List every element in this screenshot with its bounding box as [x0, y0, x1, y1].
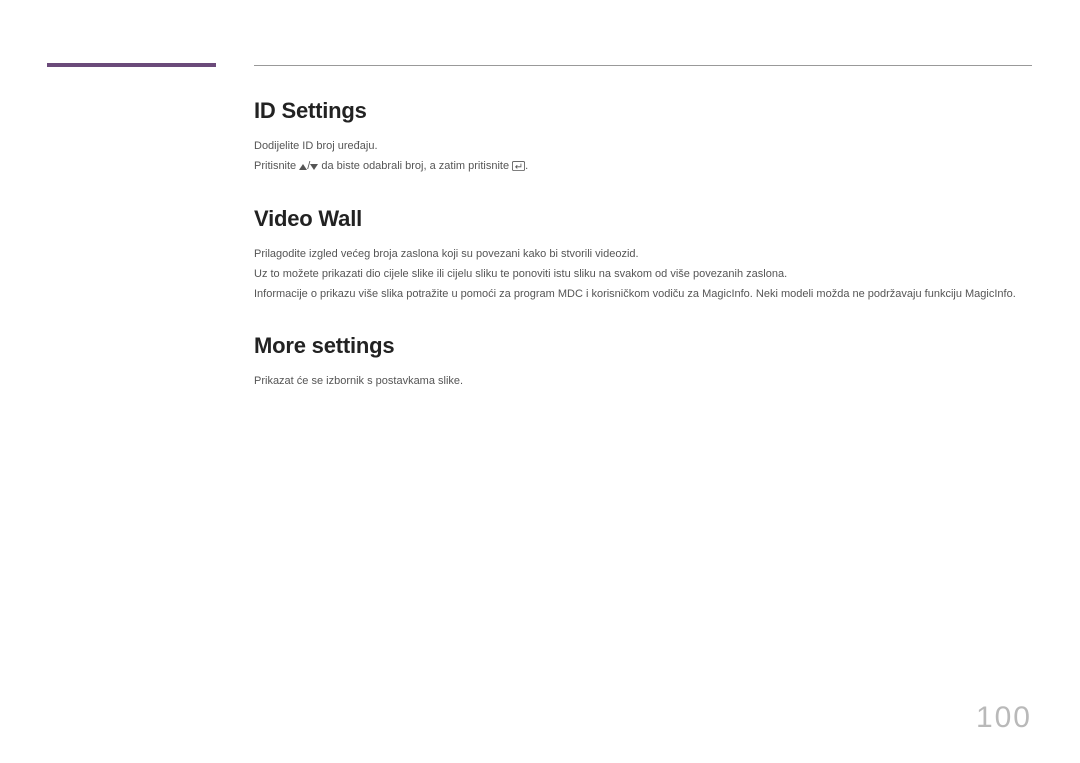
more-settings-line-1: Prikazat će se izbornik s postavkama sli…	[254, 373, 1032, 390]
horizontal-rule	[254, 65, 1032, 66]
video-wall-line-2: Uz to možete prikazati dio cijele slike …	[254, 266, 1032, 283]
heading-more-settings: More settings	[254, 333, 1032, 359]
id-settings-line-2: Pritisnite / da biste odabrali broj, a z…	[254, 158, 1032, 176]
video-wall-line-3: Informacije o prikazu više slika potraži…	[254, 286, 1032, 303]
accent-bar	[47, 63, 216, 67]
section-more-settings: More settings Prikazat će se izbornik s …	[254, 333, 1032, 390]
text-fragment: Pritisnite	[254, 160, 299, 172]
content-area: ID Settings Dodijelite ID broj uređaju. …	[254, 98, 1032, 420]
section-id-settings: ID Settings Dodijelite ID broj uređaju. …	[254, 98, 1032, 176]
text-fragment: .	[525, 160, 528, 172]
page-number: 100	[976, 701, 1032, 735]
enter-icon	[512, 159, 525, 176]
up-arrow-icon	[299, 159, 307, 176]
section-video-wall: Video Wall Prilagodite izgled većeg broj…	[254, 206, 1032, 303]
heading-id-settings: ID Settings	[254, 98, 1032, 124]
heading-video-wall: Video Wall	[254, 206, 1032, 232]
text-fragment: da biste odabrali broj, a zatim pritisni…	[318, 160, 512, 172]
page: ID Settings Dodijelite ID broj uređaju. …	[0, 0, 1080, 763]
video-wall-line-1: Prilagodite izgled većeg broja zaslona k…	[254, 246, 1032, 263]
id-settings-line-1: Dodijelite ID broj uređaju.	[254, 138, 1032, 155]
